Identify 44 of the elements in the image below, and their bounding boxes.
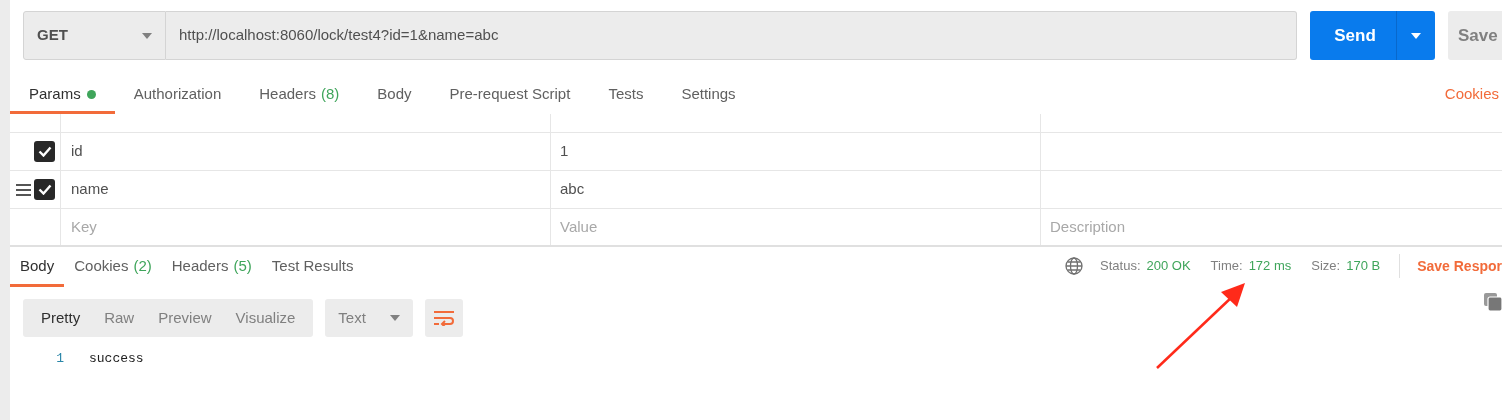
view-mode-tab[interactable]: Preview	[146, 303, 224, 333]
meta-value: 170 B	[1346, 257, 1381, 276]
check-icon	[37, 184, 52, 195]
request-tab[interactable]: Pre-request Script	[430, 78, 590, 114]
drag-handle-icon[interactable]	[16, 183, 31, 196]
wrap-icon	[433, 310, 456, 326]
check-icon	[37, 146, 52, 157]
request-tab[interactable]: Settings	[662, 78, 755, 114]
method-dropdown[interactable]: GET	[23, 11, 166, 60]
request-tab[interactable]: Params	[10, 78, 115, 114]
meta-value: 172 ms	[1248, 257, 1292, 276]
scrollbar[interactable]	[0, 0, 10, 420]
checkbox[interactable]	[34, 141, 55, 162]
view-mode-tab[interactable]: Raw	[92, 303, 147, 333]
caret-icon	[390, 315, 401, 321]
checkbox[interactable]	[34, 179, 55, 200]
request-tab[interactable]: Tests	[589, 78, 663, 114]
save-button[interactable]: Save	[1448, 11, 1502, 60]
copy-icon[interactable]	[1484, 293, 1502, 311]
caret-icon	[142, 32, 152, 39]
param-value[interactable]: 1	[560, 140, 569, 163]
meta-label: Time:	[1210, 257, 1243, 276]
line-number: 1	[55, 350, 64, 369]
meta-label: Size:	[1311, 257, 1341, 276]
url-field[interactable]: http://localhost:8060/lock/test4?id=1&name=abc	[166, 11, 1297, 60]
request-tab[interactable]: Authorization	[114, 78, 241, 114]
view-mode-tab[interactable]: Visualize	[223, 303, 308, 333]
wrap-lines-button[interactable]	[425, 299, 464, 337]
request-tab[interactable]: Headers (8)	[240, 78, 359, 114]
code-text: success	[89, 350, 144, 369]
request-tab[interactable]: Body	[358, 78, 431, 114]
param-value[interactable]: abc	[560, 178, 585, 201]
meta-value: 200 OK	[1146, 257, 1191, 276]
meta-label: Status:	[1100, 257, 1141, 276]
response-tab[interactable]: Cookies (2)	[64, 249, 162, 287]
view-mode-tab[interactable]: Pretty	[29, 303, 93, 333]
format-dropdown[interactable]: Text	[325, 299, 414, 337]
response-tab[interactable]: Body	[10, 249, 65, 287]
caret-icon	[1411, 32, 1421, 39]
param-key[interactable]: id	[71, 140, 83, 163]
response-tab[interactable]: Test Results	[261, 249, 364, 287]
globe-icon[interactable]	[1065, 257, 1084, 275]
param-key[interactable]: name	[71, 178, 109, 201]
response-tab[interactable]: Headers (5)	[161, 249, 262, 287]
